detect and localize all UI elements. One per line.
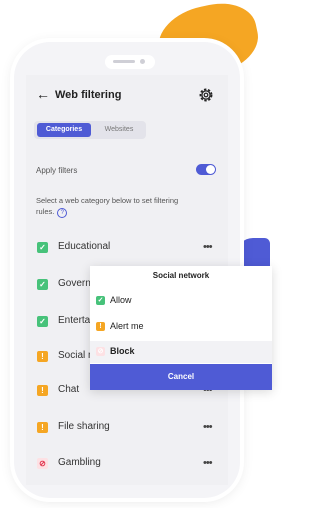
- tab-websites[interactable]: Websites: [94, 123, 144, 137]
- category-file-sharing[interactable]: File sharing: [58, 421, 110, 432]
- allow-check-icon: ✓: [37, 316, 48, 327]
- exclamation-icon: !: [96, 322, 105, 331]
- apply-filters-label: Apply filters: [36, 166, 78, 175]
- page-title: Web filtering: [55, 89, 122, 101]
- category-government[interactable]: Govern: [58, 278, 91, 289]
- block-icon: ⊘: [37, 458, 48, 469]
- more-options-icon[interactable]: •••: [203, 241, 213, 253]
- category-chat[interactable]: Chat: [58, 384, 79, 395]
- alert-icon: !: [37, 351, 48, 362]
- popup-option-alert-me[interactable]: Alert me: [110, 321, 144, 331]
- filter-description: Select a web category below to set filte…: [36, 196, 179, 218]
- apply-filters-toggle[interactable]: [196, 164, 216, 175]
- category-entertainment[interactable]: Enterta: [58, 315, 90, 326]
- cancel-button[interactable]: Cancel: [90, 364, 272, 390]
- popup-option-block[interactable]: Block: [110, 346, 135, 356]
- block-icon: ⊘: [96, 347, 105, 356]
- allow-check-icon: ✓: [37, 242, 48, 253]
- alert-icon: !: [37, 422, 48, 433]
- check-icon: ✓: [96, 296, 105, 305]
- allow-check-icon: ✓: [37, 279, 48, 290]
- gear-icon[interactable]: [197, 86, 215, 104]
- tab-categories[interactable]: Categories: [37, 123, 91, 137]
- popup-option-allow[interactable]: Allow: [110, 295, 132, 305]
- help-icon[interactable]: ?: [57, 208, 68, 218]
- category-gambling[interactable]: Gambling: [58, 457, 101, 468]
- more-options-icon[interactable]: •••: [203, 421, 213, 433]
- category-social-network[interactable]: Social n: [58, 350, 94, 361]
- category-educational[interactable]: Educational: [58, 241, 110, 252]
- phone-notch: [105, 55, 155, 69]
- popup-title: Social network: [152, 271, 210, 280]
- more-options-icon[interactable]: •••: [203, 457, 213, 469]
- back-arrow-icon[interactable]: ←: [36, 86, 50, 102]
- alert-icon: !: [37, 385, 48, 396]
